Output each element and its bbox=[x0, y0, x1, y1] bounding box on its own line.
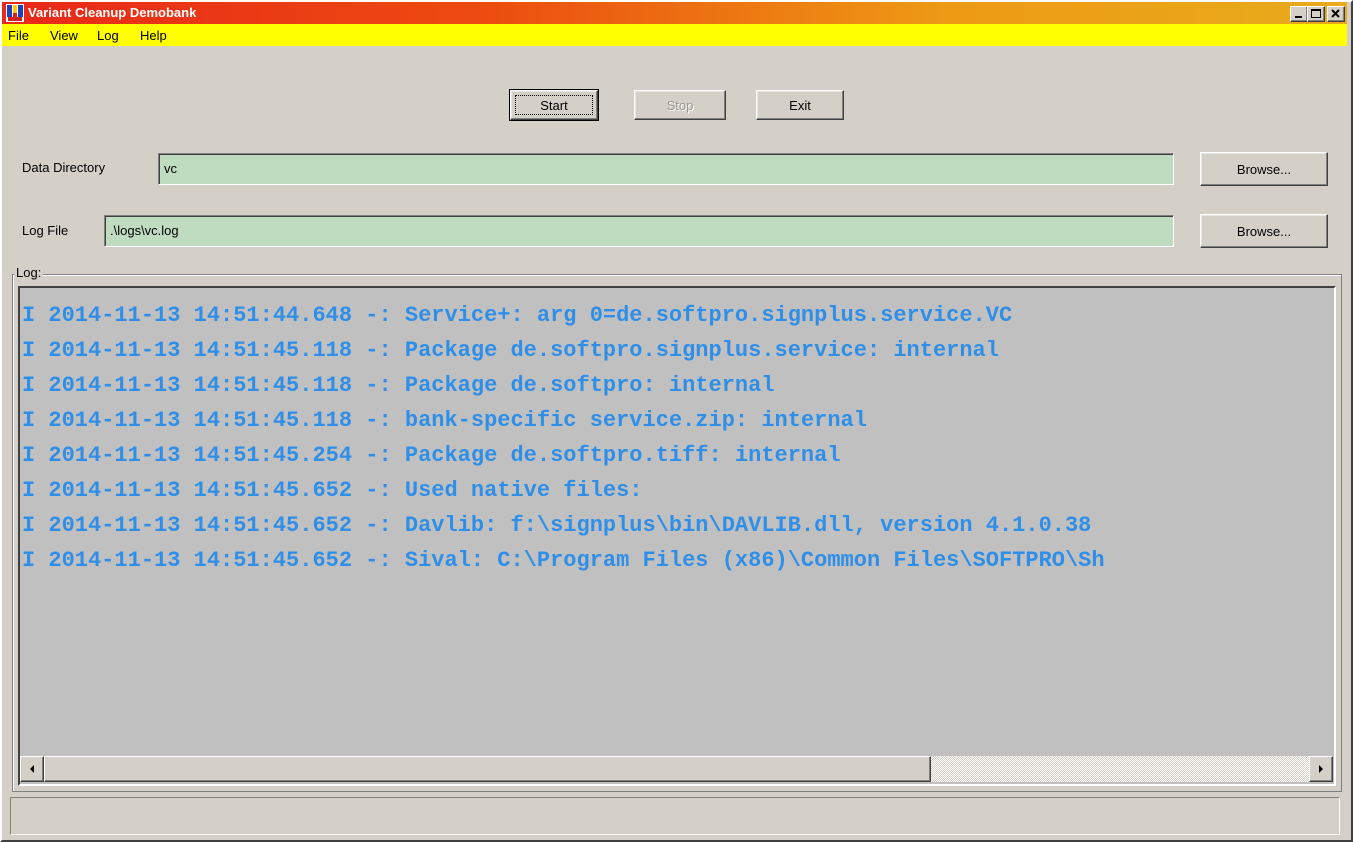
arrow-left-icon bbox=[30, 765, 34, 773]
minimize-icon bbox=[1295, 16, 1302, 18]
minimize-button[interactable] bbox=[1290, 6, 1308, 22]
scroll-right-button[interactable] bbox=[1309, 756, 1333, 782]
log-lines: I 2014-11-13 14:51:44.648 -: Service+: a… bbox=[22, 298, 1334, 578]
log-group-label: Log: bbox=[14, 265, 44, 281]
title-bar[interactable]: Variant Cleanup Demobank bbox=[2, 2, 1347, 24]
close-button[interactable] bbox=[1327, 6, 1345, 22]
maximize-icon bbox=[1311, 9, 1321, 18]
menu-bar: File View Log Help bbox=[2, 24, 1347, 46]
horizontal-scrollbar[interactable] bbox=[20, 756, 1333, 782]
app-icon bbox=[6, 4, 24, 22]
menu-help[interactable]: Help bbox=[140, 28, 167, 44]
browse-button-label: Browse... bbox=[1236, 162, 1292, 177]
log-file-browse-button[interactable]: Browse... bbox=[1200, 214, 1328, 248]
browse-button-label: Browse... bbox=[1236, 224, 1292, 239]
exit-button-label: Exit bbox=[789, 98, 811, 113]
focus-rect bbox=[515, 95, 593, 115]
status-bar bbox=[10, 797, 1340, 835]
log-line: I 2014-11-13 14:51:45.118 -: Package de.… bbox=[22, 338, 999, 363]
log-line: I 2014-11-13 14:51:44.648 -: Service+: a… bbox=[22, 303, 1013, 328]
stop-button-label: Stop bbox=[666, 98, 694, 113]
close-icon bbox=[1331, 9, 1340, 18]
log-file-label: Log File bbox=[22, 223, 69, 238]
menu-view[interactable]: View bbox=[50, 28, 78, 44]
log-line: I 2014-11-13 14:51:45.652 -: Davlib: f:\… bbox=[22, 513, 1092, 538]
scroll-left-button[interactable] bbox=[20, 756, 44, 782]
log-line: I 2014-11-13 14:51:45.254 -: Package de.… bbox=[22, 443, 841, 468]
data-directory-field[interactable]: vc bbox=[158, 153, 1174, 185]
menu-log[interactable]: Log bbox=[97, 28, 119, 44]
scrollbar-thumb[interactable] bbox=[44, 756, 931, 782]
log-line: I 2014-11-13 14:51:45.652 -: Sival: C:\P… bbox=[22, 548, 1105, 573]
menu-file[interactable]: File bbox=[8, 28, 29, 44]
log-line: I 2014-11-13 14:51:45.118 -: bank-specif… bbox=[22, 408, 867, 433]
maximize-button[interactable] bbox=[1307, 6, 1325, 22]
start-button[interactable]: Start bbox=[509, 89, 599, 121]
arrow-right-icon bbox=[1319, 765, 1323, 773]
data-directory-browse-button[interactable]: Browse... bbox=[1200, 152, 1328, 186]
log-line: I 2014-11-13 14:51:45.118 -: Package de.… bbox=[22, 373, 775, 398]
log-line: I 2014-11-13 14:51:45.652 -: Used native… bbox=[22, 478, 643, 503]
data-directory-label: Data Directory bbox=[22, 160, 106, 175]
log-text-area[interactable]: I 2014-11-13 14:51:44.648 -: Service+: a… bbox=[18, 286, 1336, 786]
stop-button[interactable]: Stop bbox=[634, 90, 726, 120]
exit-button[interactable]: Exit bbox=[756, 90, 844, 120]
window-title: Variant Cleanup Demobank bbox=[28, 5, 197, 20]
log-file-field[interactable]: .\logs\vc.log bbox=[104, 215, 1174, 247]
